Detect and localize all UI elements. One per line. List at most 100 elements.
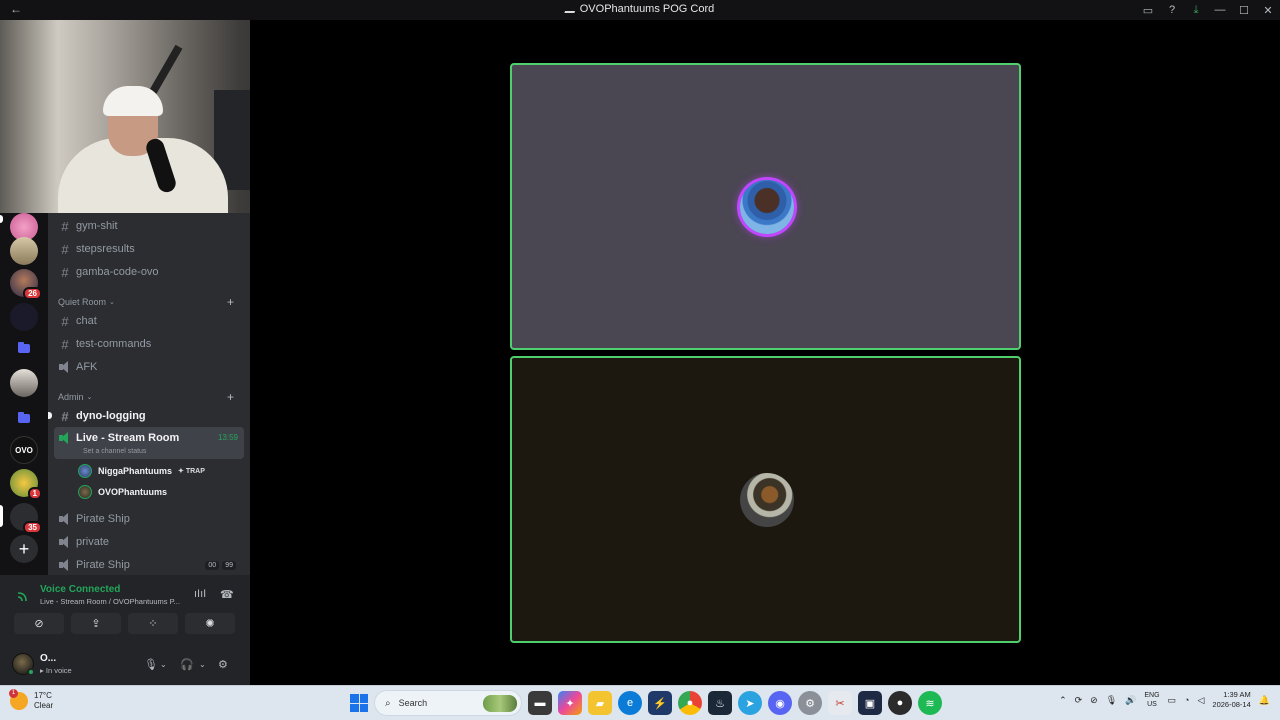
windows-start-icon[interactable] bbox=[350, 694, 368, 712]
camera-button[interactable]: ⊘ bbox=[14, 613, 64, 634]
app-icon[interactable]: ● bbox=[888, 691, 912, 715]
voice-member[interactable]: OVOPhantuums bbox=[78, 482, 167, 502]
server-icon-current[interactable]: 35 bbox=[10, 503, 42, 534]
headphones-icon[interactable]: 🎧 bbox=[180, 658, 194, 671]
user-status-text: In voice bbox=[45, 666, 72, 675]
volume-icon[interactable]: 🔊 bbox=[1125, 695, 1136, 706]
file-explorer-icon[interactable]: ▰ bbox=[588, 691, 612, 715]
app-icon[interactable]: ⚡ bbox=[648, 691, 672, 715]
server-icon[interactable] bbox=[10, 303, 38, 331]
channel-stepsresults[interactable]: # stepsresults bbox=[54, 238, 244, 260]
server-icon[interactable] bbox=[10, 369, 38, 397]
channel-gamba-code-ovo[interactable]: # gamba-code-ovo bbox=[54, 261, 244, 283]
hash-icon: # bbox=[61, 313, 69, 329]
server-icon-ovo[interactable]: OVO bbox=[10, 436, 38, 464]
telegram-icon[interactable]: ➤ bbox=[738, 691, 762, 715]
add-channel-icon[interactable]: + bbox=[227, 295, 234, 309]
search-placeholder: Search bbox=[398, 698, 428, 708]
member-name: OVOPhantuums bbox=[98, 487, 168, 497]
channel-label: AFK bbox=[76, 361, 98, 373]
spotify-icon[interactable]: ≋ bbox=[918, 691, 942, 715]
channel-chat[interactable]: # chat bbox=[54, 310, 244, 332]
window-title-text: OVOPhantuums POG Cord bbox=[579, 3, 715, 15]
category-quiet-room[interactable]: Quiet Room ⌄ + bbox=[58, 295, 246, 309]
edge-icon[interactable]: e bbox=[618, 691, 642, 715]
server-icon[interactable]: 26 bbox=[10, 269, 42, 300]
snipping-tool-icon[interactable]: ✂ bbox=[828, 691, 852, 715]
discord-icon[interactable]: ◉ bbox=[768, 691, 792, 715]
minimize-icon[interactable]: — bbox=[1208, 0, 1232, 20]
download-icon[interactable]: ⤓ bbox=[1184, 0, 1208, 20]
chevron-down-icon[interactable]: ⌄ bbox=[160, 660, 167, 669]
notification-bell-icon[interactable]: 🔔 bbox=[1259, 695, 1270, 706]
server-icon[interactable] bbox=[10, 237, 38, 265]
voice-stage bbox=[250, 20, 1280, 685]
category-admin[interactable]: Admin ⌄ + bbox=[58, 390, 246, 404]
speaker-icon[interactable]: ◁ bbox=[1197, 695, 1204, 706]
signal-icon[interactable] bbox=[16, 589, 30, 603]
clock-time: 1:39 AM bbox=[1223, 690, 1251, 699]
disconnect-icon[interactable]: ☎ bbox=[220, 588, 234, 601]
app-logo-icon bbox=[564, 4, 578, 13]
language-indicator[interactable]: ENG US bbox=[1144, 691, 1159, 709]
channel-live-stream-room[interactable]: Live - Stream Room 13:59 Set a channel s… bbox=[54, 427, 244, 459]
channel-label: gym-shit bbox=[76, 220, 118, 232]
close-icon[interactable]: ✕ bbox=[1256, 0, 1280, 20]
channel-label: test-commands bbox=[76, 338, 152, 350]
folder-icon[interactable] bbox=[14, 340, 34, 356]
system-clock[interactable]: 1:39 AM 2026-08-14 bbox=[1212, 690, 1250, 710]
hash-icon: # bbox=[61, 408, 69, 424]
mention-badge: 1 bbox=[27, 487, 42, 500]
channel-status-text[interactable]: Set a channel status bbox=[83, 448, 146, 455]
window-title: OVOPhantuums POG Cord bbox=[0, 3, 1280, 15]
weather-widget[interactable]: 1 17°C Clear bbox=[9, 689, 53, 711]
hash-icon: # bbox=[61, 264, 69, 280]
channel-dyno-logging[interactable]: # dyno-logging bbox=[54, 405, 244, 427]
participant-tile[interactable] bbox=[510, 356, 1021, 643]
copilot-icon[interactable]: ✦ bbox=[558, 691, 582, 715]
chevron-up-icon[interactable]: ⌃ bbox=[1059, 695, 1067, 706]
folder-icon[interactable] bbox=[14, 410, 34, 426]
clock-date: 2026-08-14 bbox=[1212, 700, 1251, 709]
chevron-down-icon[interactable]: ⌄ bbox=[199, 660, 206, 669]
taskbar-search[interactable]: ⌕ Search bbox=[374, 690, 522, 716]
chrome-icon[interactable]: ● bbox=[678, 691, 702, 715]
settings-app-icon[interactable]: ⚙ bbox=[798, 691, 822, 715]
inbox-icon[interactable]: ▭ bbox=[1136, 0, 1160, 20]
network-icon[interactable]: ▭ bbox=[1168, 695, 1177, 706]
noise-suppression-icon[interactable]: ıIıI bbox=[194, 588, 206, 600]
sync-icon[interactable]: ⟳ bbox=[1075, 695, 1083, 706]
activities-icon: ⁘ bbox=[148, 618, 158, 630]
microphone-icon[interactable]: 🎙 bbox=[144, 658, 158, 671]
channel-private[interactable]: private bbox=[54, 531, 244, 553]
settings-gear-icon[interactable]: ⚙ bbox=[218, 658, 228, 671]
channel-list: # gym-shit # stepsresults # gamba-code-ovo … bbox=[48, 213, 250, 575]
user-name[interactable]: O... bbox=[40, 653, 56, 664]
channel-gym-shit[interactable]: # gym-shit bbox=[54, 215, 244, 237]
hash-icon: # bbox=[61, 241, 69, 257]
participant-tile[interactable] bbox=[510, 63, 1021, 350]
add-server-icon[interactable]: + bbox=[10, 535, 38, 563]
server-icon[interactable]: 1 bbox=[10, 469, 42, 500]
steam-icon[interactable]: ♨ bbox=[708, 691, 732, 715]
voice-member[interactable]: NiggaPhantuums ✦ TRAP bbox=[78, 461, 205, 481]
screen-share-button[interactable]: ⇪ bbox=[71, 613, 121, 634]
channel-pirate-ship[interactable]: Pirate Ship bbox=[54, 508, 244, 530]
app-icon[interactable]: ▣ bbox=[858, 691, 882, 715]
voice-channel-path[interactable]: Live - Stream Room / OVOPhantuums P... bbox=[40, 597, 190, 606]
channel-pirate-ship-2[interactable]: Pirate Ship 00 99 bbox=[54, 554, 244, 575]
wifi-icon[interactable]: ◔ bbox=[1184, 695, 1189, 705]
channel-afk[interactable]: AFK bbox=[54, 356, 244, 378]
help-icon[interactable]: ? bbox=[1160, 0, 1184, 20]
maximize-icon[interactable]: ☐ bbox=[1232, 0, 1256, 20]
chevron-down-icon: ⌄ bbox=[109, 299, 115, 306]
activities-button[interactable]: ⁘ bbox=[128, 613, 178, 634]
weather-temp: 17°C bbox=[34, 691, 52, 700]
voice-status-title[interactable]: Voice Connected bbox=[40, 584, 120, 595]
task-view-icon[interactable]: ▬ bbox=[528, 691, 552, 715]
add-channel-icon[interactable]: + bbox=[227, 390, 234, 404]
channel-test-commands[interactable]: # test-commands bbox=[54, 333, 244, 355]
hidden-icon[interactable]: ⊘ bbox=[1090, 695, 1098, 706]
soundboard-button[interactable]: ✺ bbox=[185, 613, 235, 634]
microphone-icon[interactable]: 🎙 bbox=[1106, 695, 1117, 706]
